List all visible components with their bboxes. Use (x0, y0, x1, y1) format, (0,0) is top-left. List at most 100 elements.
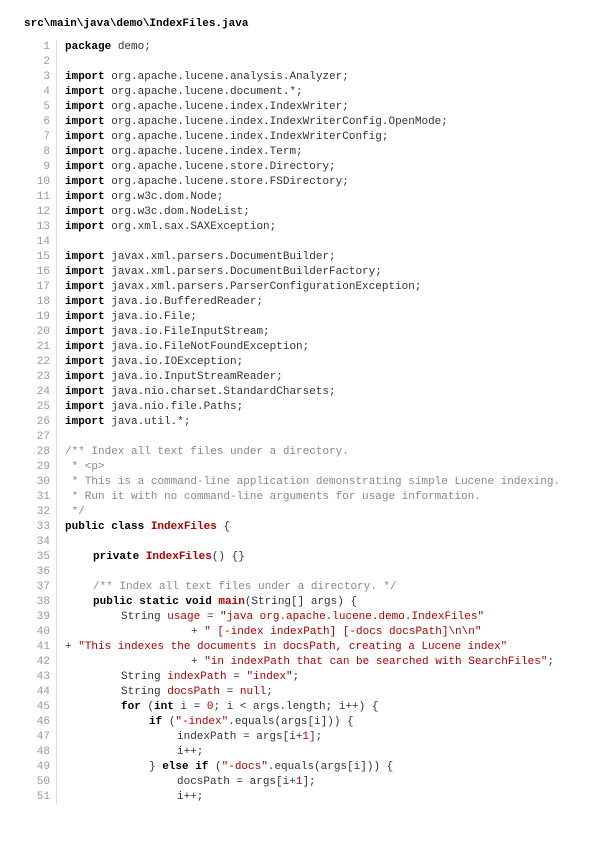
code-line: 14 (24, 235, 575, 250)
token-plain: .equals(args[i])) { (268, 761, 393, 773)
line-number: 29 (24, 460, 57, 475)
token-cmt: /** Index all text files under a directo… (65, 446, 349, 458)
code-content: String docsPath = null; (65, 685, 273, 700)
token-plain: = (227, 671, 247, 683)
token-plain: i++; (177, 746, 203, 758)
token-str: "java org.apache.lucene.demo.IndexFiles" (220, 611, 484, 623)
code-line: 23import java.io.InputStreamReader; (24, 370, 575, 385)
code-content: + " [-index indexPath] [-docs docsPath]\… (65, 625, 481, 640)
token-plain: + (65, 641, 78, 653)
code-line: 4import org.apache.lucene.document.*; (24, 85, 575, 100)
code-line: 9import org.apache.lucene.store.Director… (24, 160, 575, 175)
token-kw: import (65, 221, 111, 233)
code-line: 8import org.apache.lucene.index.Term; (24, 145, 575, 160)
line-number: 47 (24, 730, 57, 745)
code-content: import java.nio.charset.StandardCharsets… (65, 385, 336, 400)
line-number: 2 (24, 55, 57, 70)
token-plain: org.apache.lucene.analysis.Analyzer; (111, 71, 349, 83)
token-str: " [-index indexPath] [-docs docsPath]\n\… (204, 626, 481, 638)
code-content: + "This indexes the documents in docsPat… (65, 640, 507, 655)
token-kw: import (65, 266, 111, 278)
token-kw: import (65, 401, 111, 413)
token-plain: () {} (212, 551, 245, 563)
code-line: 37 /** Index all text files under a direc… (24, 580, 575, 595)
line-number: 35 (24, 550, 57, 565)
code-content: import org.apache.lucene.document.*; (65, 85, 303, 100)
code-line: 46if ("-index".equals(args[i])) { (24, 715, 575, 730)
code-content: import org.apache.lucene.index.IndexWrit… (65, 100, 349, 115)
code-line: 36 (24, 565, 575, 580)
token-plain: javax.xml.parsers.DocumentBuilder; (111, 251, 335, 263)
token-plain: .equals(args[i])) { (228, 716, 353, 728)
code-content: * Run it with no command-line arguments … (65, 490, 481, 505)
line-number: 3 (24, 70, 57, 85)
token-kw: if (149, 716, 169, 728)
code-line: 48i++; (24, 745, 575, 760)
token-kw: import (65, 86, 111, 98)
token-plain: javax.xml.parsers.DocumentBuilderFactory… (111, 266, 382, 278)
line-number: 44 (24, 685, 57, 700)
code-content: i++; (65, 790, 203, 805)
token-kw: import (65, 416, 111, 428)
code-line: 19import java.io.File; (24, 310, 575, 325)
code-content: private IndexFiles() {} (65, 550, 245, 565)
token-kw: import (65, 176, 111, 188)
token-plain: } (149, 761, 162, 773)
token-plain: org.apache.lucene.index.IndexWriter; (111, 101, 349, 113)
line-number: 24 (24, 385, 57, 400)
token-kw: import (65, 191, 111, 203)
token-plain: + (191, 626, 204, 638)
code-line: 32 */ (24, 505, 575, 520)
code-content: import java.io.InputStreamReader; (65, 370, 283, 385)
code-content: package demo; (65, 40, 151, 55)
line-number: 21 (24, 340, 57, 355)
line-number: 7 (24, 130, 57, 145)
code-line: 34 (24, 535, 575, 550)
code-line: 29 * <p> (24, 460, 575, 475)
token-kw: import (65, 206, 111, 218)
token-plain: indexPath = args[i+ (177, 731, 302, 743)
token-str: "-index" (175, 716, 228, 728)
code-content: /** Index all text files under a directo… (65, 580, 397, 595)
code-line: 16 import javax.xml.parsers.DocumentBuild… (24, 265, 575, 280)
code-content: indexPath = args[i+1]; (65, 730, 322, 745)
token-kw: int (154, 701, 180, 713)
token-plain: org.apache.lucene.store.Directory; (111, 161, 335, 173)
line-number: 40 (24, 625, 57, 640)
line-number: 12 (24, 205, 57, 220)
code-content: if ("-index".equals(args[i])) { (65, 715, 354, 730)
token-kw: import (65, 146, 111, 158)
line-number: 19 (24, 310, 57, 325)
code-content: import java.io.FileNotFoundException; (65, 340, 309, 355)
token-kw: import (65, 296, 111, 308)
token-kw: import (65, 131, 111, 143)
file-path: src\main\java\demo\IndexFiles.java (24, 18, 575, 30)
code-content: import org.apache.lucene.store.FSDirecto… (65, 175, 349, 190)
line-number: 42 (24, 655, 57, 670)
token-plain: i = (180, 701, 206, 713)
token-plain: java.util.*; (111, 416, 190, 428)
code-content: import org.w3c.dom.NodeList; (65, 205, 250, 220)
code-line: 2 (24, 55, 575, 70)
token-kw: import (65, 386, 111, 398)
token-cmt: * This is a command-line application dem… (65, 476, 560, 488)
code-line: 45for (int i = 0; i < args.length; i++) … (24, 700, 575, 715)
code-content (65, 565, 72, 580)
token-kw: import (65, 326, 111, 338)
code-line: 40 + " [-index indexPath] [-docs docsPath… (24, 625, 575, 640)
code-line: 11import org.w3c.dom.Node; (24, 190, 575, 205)
line-number: 8 (24, 145, 57, 160)
code-content: * This is a command-line application dem… (65, 475, 560, 490)
code-content: import java.nio.file.Paths; (65, 400, 243, 415)
line-number: 36 (24, 565, 57, 580)
code-line: 3import org.apache.lucene.analysis.Analy… (24, 70, 575, 85)
token-plain: ; (266, 686, 273, 698)
token-plain: demo; (118, 41, 151, 53)
line-number: 16 (24, 265, 57, 280)
token-kw: package (65, 41, 118, 53)
line-number: 37 (24, 580, 57, 595)
code-content (65, 55, 72, 70)
code-line: 26import java.util.*; (24, 415, 575, 430)
line-number: 25 (24, 400, 57, 415)
line-number: 6 (24, 115, 57, 130)
